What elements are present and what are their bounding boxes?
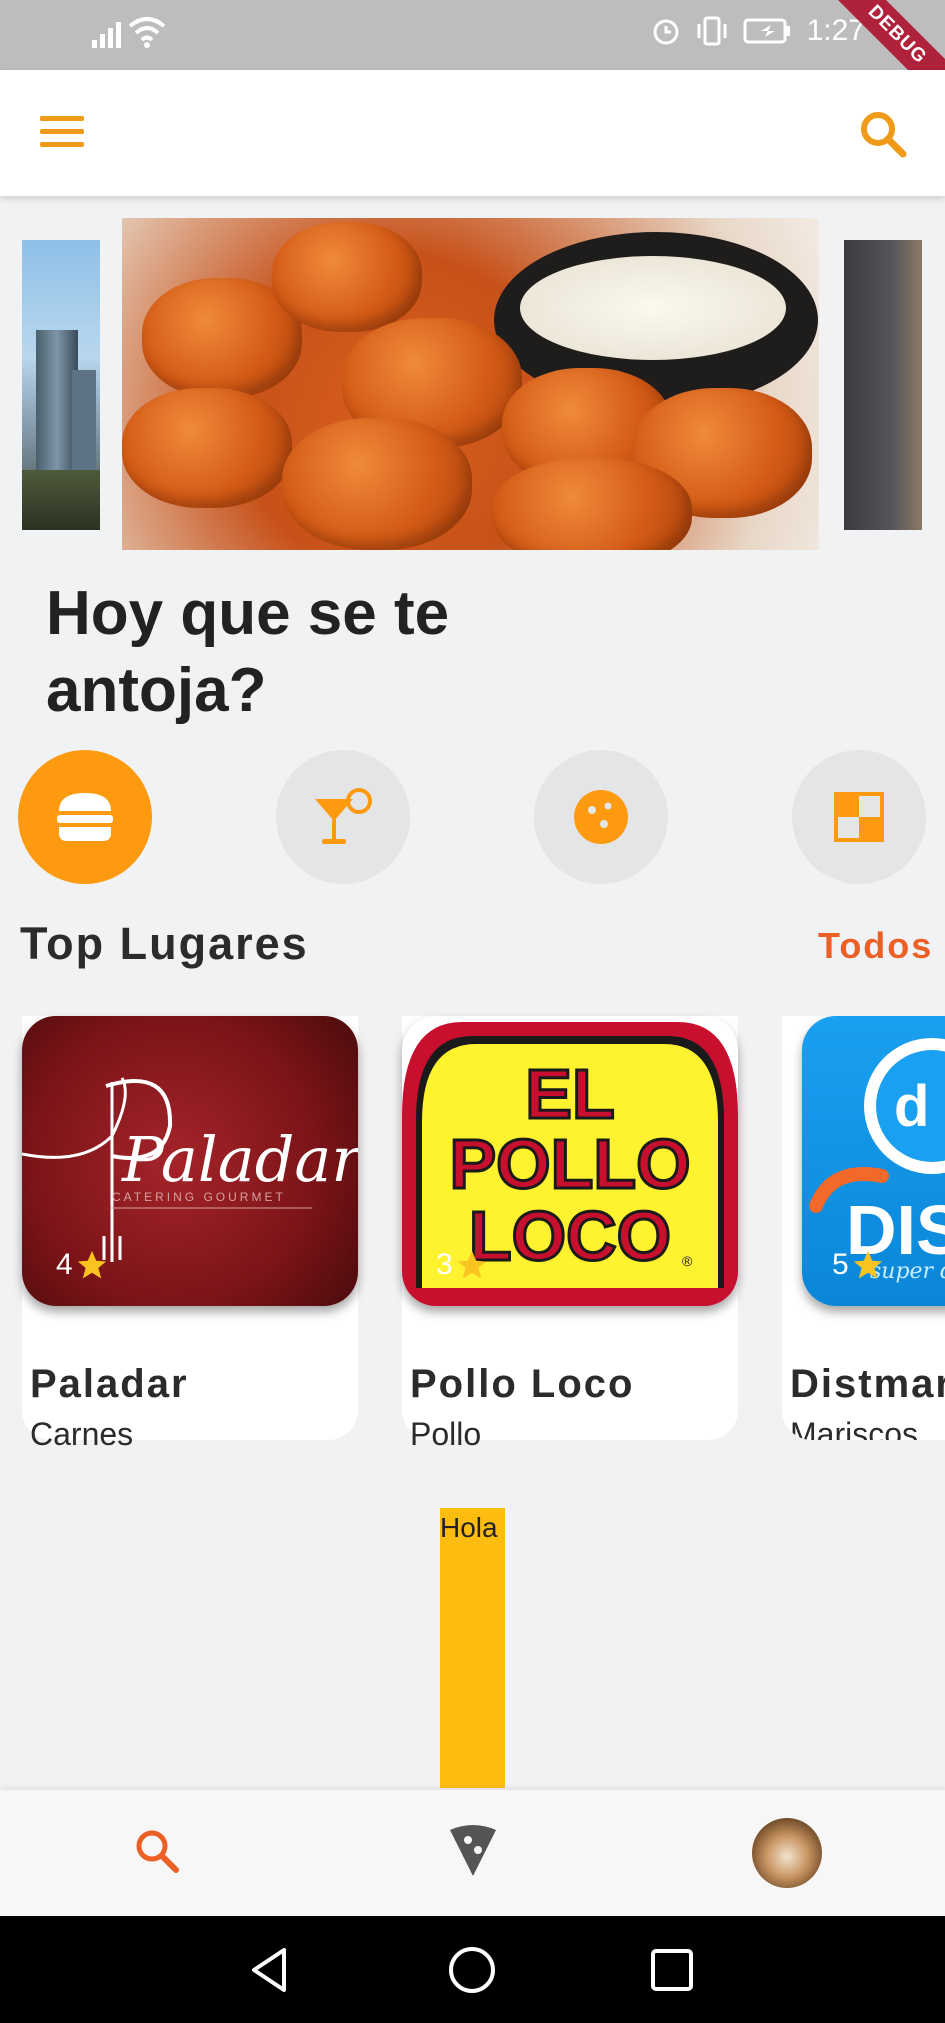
section-title: Top Lugares xyxy=(20,918,309,969)
svg-text:®: ® xyxy=(682,1253,693,1269)
alarm-icon xyxy=(653,19,679,45)
menu-icon[interactable] xyxy=(40,116,84,150)
place-category: Mariscos xyxy=(790,1416,919,1440)
place-category: Pollo xyxy=(410,1416,482,1452)
pizza-icon[interactable] xyxy=(448,1822,498,1878)
burger-icon xyxy=(57,793,113,841)
avatar[interactable] xyxy=(752,1818,822,1888)
place-name: Pollo Loco xyxy=(410,1362,635,1406)
cocktail-icon xyxy=(315,788,372,844)
dark-image[interactable] xyxy=(844,240,922,530)
city-skyline-image[interactable] xyxy=(22,240,100,530)
back-icon[interactable] xyxy=(244,1944,296,1996)
image-carousel[interactable] xyxy=(22,218,922,550)
star-icon xyxy=(77,1250,106,1279)
rating: 4 xyxy=(56,1248,109,1282)
rating: 5 xyxy=(832,1248,885,1282)
vibrate-icon xyxy=(697,16,727,46)
battery-icon xyxy=(743,18,790,44)
place-name: Distmar xyxy=(790,1362,945,1406)
page-title: Hoy que se te antoja? xyxy=(46,579,450,725)
chicken-wings-image[interactable] xyxy=(122,218,819,550)
category-drinks[interactable] xyxy=(276,750,410,884)
place-card-distmar[interactable]: d DIST super d 5 Distmar Mariscos xyxy=(782,1016,945,1440)
svg-text:POLLO: POLLO xyxy=(449,1125,690,1203)
svg-text:d: d xyxy=(894,1074,929,1139)
svg-text:CATERING GOURMET: CATERING GOURMET xyxy=(112,1190,286,1204)
home-icon[interactable] xyxy=(446,1944,498,1996)
status-bar: 1:27 DEBUG xyxy=(0,0,945,118)
place-name: Paladar xyxy=(30,1362,189,1406)
checkered-icon xyxy=(834,792,884,842)
place-card-pollo-loco[interactable]: EL POLLO LOCO ® 3 Pollo Loco Pollo xyxy=(402,1016,738,1452)
wifi-icon xyxy=(128,17,166,48)
cookie-icon xyxy=(574,790,628,844)
star-icon xyxy=(457,1250,486,1279)
svg-text:Paladar: Paladar xyxy=(121,1123,358,1196)
top-app-bar xyxy=(0,70,945,196)
system-navigation-bar xyxy=(0,1916,945,2023)
star-icon xyxy=(853,1250,882,1279)
category-burger[interactable] xyxy=(18,750,152,884)
search-icon[interactable] xyxy=(132,1826,182,1876)
place-card-paladar[interactable]: Paladar CATERING GOURMET 4 Paladar Carne… xyxy=(22,1016,358,1452)
rating: 3 xyxy=(436,1248,489,1282)
svg-text:EL: EL xyxy=(525,1055,614,1133)
place-category: Carnes xyxy=(30,1416,134,1452)
signal-icon xyxy=(92,22,121,48)
hola-bar xyxy=(440,1508,505,1788)
recents-icon[interactable] xyxy=(646,1944,698,1996)
category-cookies[interactable] xyxy=(534,750,668,884)
see-all-link[interactable]: Todos xyxy=(818,925,933,967)
svg-text:LOCO: LOCO xyxy=(469,1197,671,1275)
category-other[interactable] xyxy=(792,750,926,884)
search-icon[interactable] xyxy=(857,108,909,160)
hola-label: Hola xyxy=(440,1512,498,1543)
status-right: 1:27 xyxy=(651,14,865,48)
bottom-navigation xyxy=(0,1790,945,1916)
